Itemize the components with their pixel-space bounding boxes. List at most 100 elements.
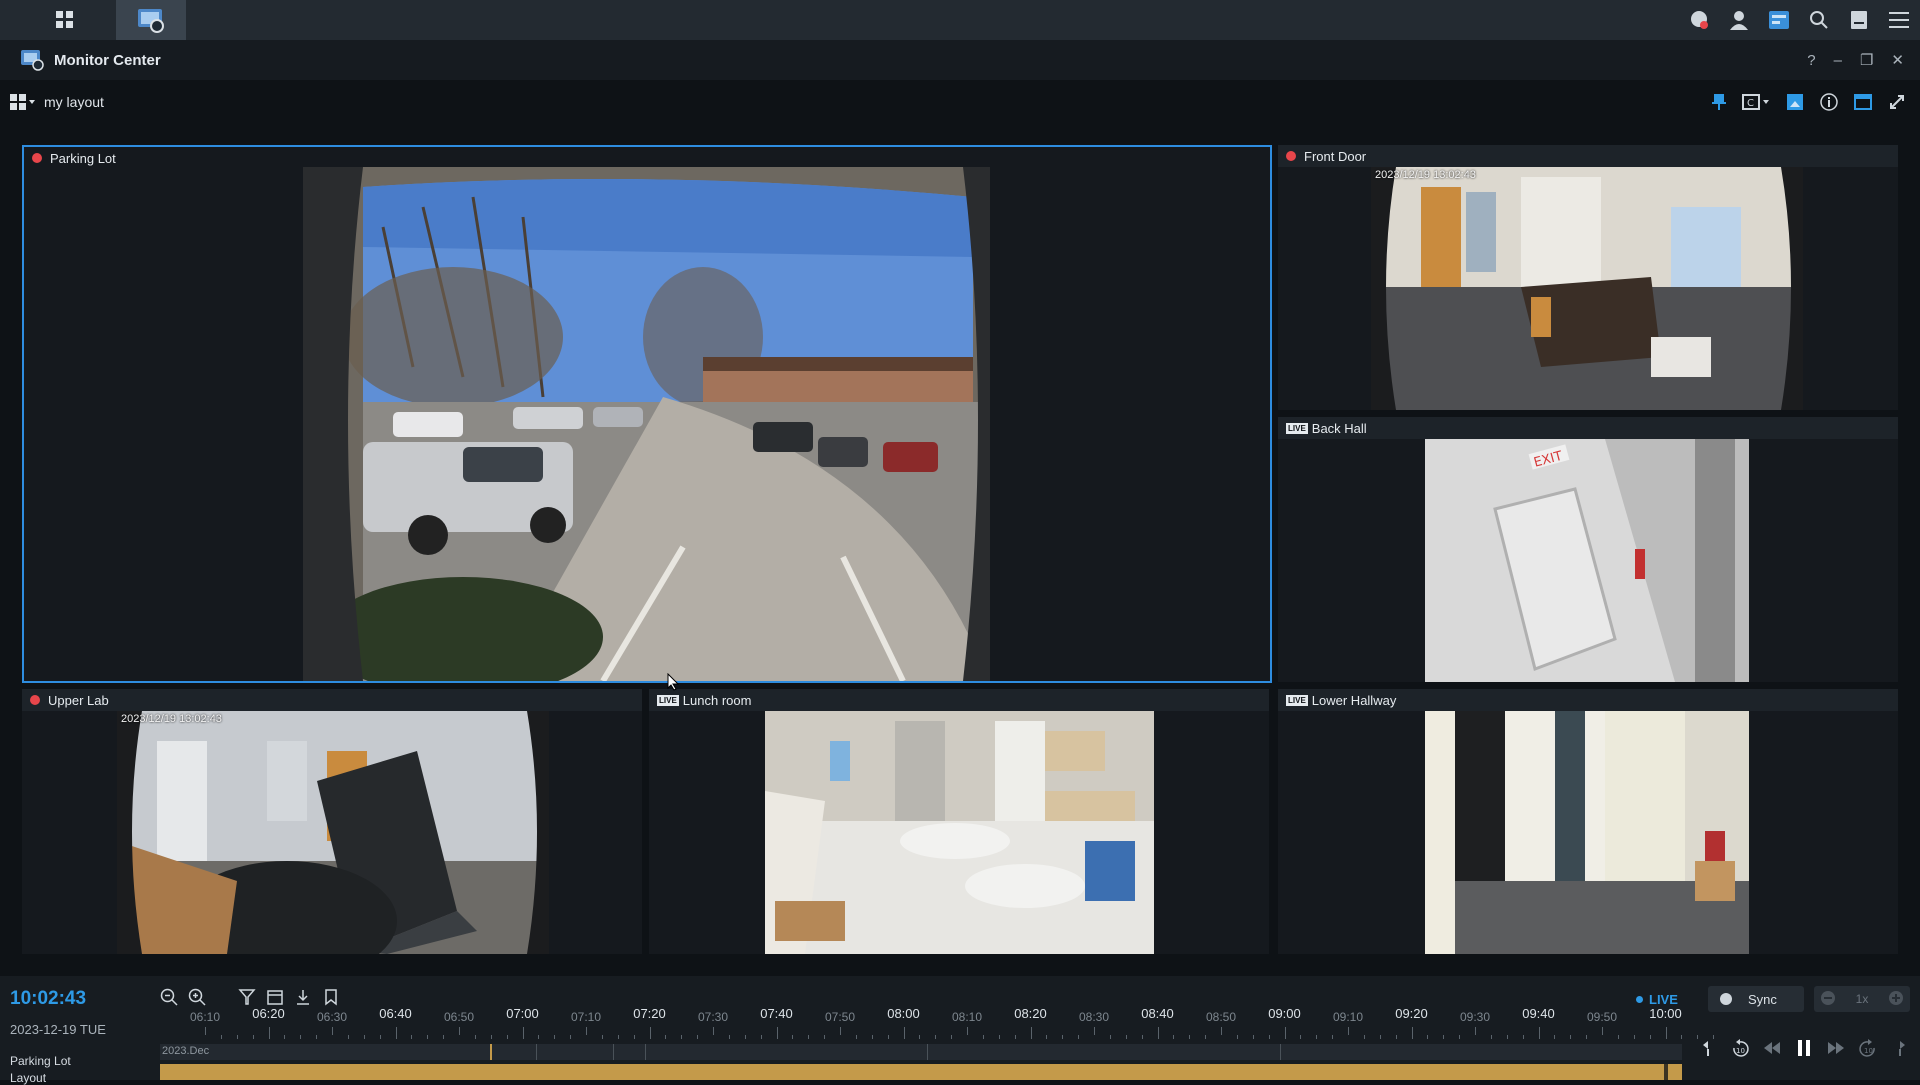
user-icon[interactable] [1726, 7, 1752, 33]
timeline-tick [1221, 1027, 1222, 1035]
timeline-subtick [1316, 1035, 1318, 1039]
timeline-tick-label: 08:10 [951, 1010, 983, 1024]
timeline-subtick [871, 1035, 873, 1039]
timeline-tick [1348, 1027, 1349, 1035]
fisheye-mode-icon[interactable]: C [1742, 91, 1772, 113]
timeline-subtick [1379, 1035, 1381, 1039]
info-icon[interactable] [1818, 91, 1840, 113]
playhead[interactable] [1664, 1064, 1668, 1080]
camera-feed-front-door: 2023/12/19 13:02:43 [1371, 167, 1803, 410]
forward-10-icon[interactable]: 10 [1858, 1038, 1878, 1058]
timeline-tick-label: 07:20 [633, 1006, 666, 1021]
timeline-subtick [490, 1035, 492, 1039]
fullscreen-icon[interactable] [1886, 91, 1908, 113]
timeline-tick-label: 09:30 [1459, 1010, 1491, 1024]
search-icon[interactable] [1806, 7, 1832, 33]
current-date: 2023-12-19 TUE [10, 1022, 106, 1037]
main-menu-button[interactable] [30, 0, 100, 40]
camera-pane-front-door[interactable]: Front Door 2023/12/19 13:02:43 [1278, 145, 1898, 410]
camera-recording-track[interactable]: 2023.Dec [160, 1044, 1682, 1060]
timeline-subtick [538, 1035, 540, 1039]
server-icon[interactable] [1846, 7, 1872, 33]
live-indicator[interactable]: LIVE [1636, 992, 1678, 1007]
event-marker[interactable] [536, 1044, 537, 1060]
event-marker[interactable] [613, 1044, 614, 1060]
camera-pane-lower-hallway[interactable]: LIVE Lower Hallway [1278, 689, 1898, 954]
layout-selector[interactable]: my layout [10, 94, 104, 110]
camera-pane-back-hall[interactable]: LIVE Back Hall EXIT [1278, 417, 1898, 682]
timeline-tick [1665, 1027, 1667, 1039]
help-button[interactable]: ? [1807, 52, 1815, 69]
speed-increase-icon[interactable] [1888, 990, 1904, 1009]
timeline-subtick [792, 1035, 794, 1039]
recording-indicator [32, 153, 42, 163]
restore-button[interactable]: ❐ [1860, 51, 1873, 69]
event-marker[interactable] [927, 1044, 928, 1060]
close-button[interactable]: ✕ [1891, 51, 1904, 69]
timeline-tick [395, 1027, 397, 1039]
sync-label: Sync [1748, 991, 1777, 1007]
timeline-subtick [1014, 1035, 1016, 1039]
monitor-center-taskbar-button[interactable] [116, 0, 186, 40]
timeline-subtick [284, 1035, 286, 1039]
camera-pane-upper-lab[interactable]: Upper Lab 2023/12/19 13:02:43 [22, 689, 642, 954]
pin-icon[interactable] [1708, 91, 1730, 113]
sync-toggle[interactable]: Sync [1708, 986, 1804, 1012]
timeline-subtick [300, 1035, 302, 1039]
event-marker[interactable] [1280, 1044, 1281, 1060]
notification-icon[interactable] [1686, 7, 1712, 33]
recording-indicator [1286, 151, 1296, 161]
timeline-subtick [570, 1035, 572, 1039]
camera-timestamp: 2023/12/19 13:02:43 [121, 713, 222, 725]
pause-icon[interactable] [1794, 1038, 1814, 1058]
timeline-tick-label: 09:10 [1332, 1010, 1364, 1024]
timeline-tick-label: 06:10 [189, 1010, 221, 1024]
camera-pane-parking-lot[interactable]: Parking Lot [22, 145, 1272, 683]
timeline-subtick [506, 1035, 508, 1039]
snapshot-icon[interactable] [1784, 91, 1806, 113]
timeline-subtick [316, 1035, 318, 1039]
timeline-ruler[interactable]: 06:10 06:20 06:30 06:40 06:50 07:00 07:10 07:20… [160, 1006, 1715, 1040]
timeline-tick-label: 09:40 [1522, 1006, 1555, 1021]
camera-feed-back-hall: EXIT [1425, 439, 1749, 682]
event-marker[interactable] [490, 1044, 492, 1060]
timeline-subtick [1125, 1035, 1127, 1039]
panel-toggle-icon[interactable] [1852, 91, 1874, 113]
step-back-icon[interactable] [1762, 1038, 1782, 1058]
timeline-subtick [1681, 1035, 1683, 1039]
monitor-camera-icon [138, 9, 164, 33]
camera-feed-lower-hallway [1425, 711, 1749, 954]
camera-label: Front Door [1304, 148, 1367, 164]
timeline-subtick [1617, 1035, 1619, 1039]
step-forward-icon[interactable] [1826, 1038, 1846, 1058]
timeline-subtick [1300, 1035, 1302, 1039]
timeline-subtick [1078, 1035, 1080, 1039]
camera-pane-lunch-room[interactable]: LIVE Lunch room [649, 689, 1269, 954]
widgets-icon[interactable] [1766, 7, 1792, 33]
timeline-subtick [887, 1035, 889, 1039]
timeline-subtick [1236, 1035, 1238, 1039]
timeline-subtick [1363, 1035, 1365, 1039]
timeline-subtick [1443, 1035, 1445, 1039]
layout-recording-track[interactable] [160, 1064, 1682, 1080]
timeline-subtick [1427, 1035, 1429, 1039]
speed-decrease-icon[interactable] [1820, 990, 1836, 1009]
timeline-subtick [1141, 1035, 1143, 1039]
timeline-subtick [681, 1035, 683, 1039]
timeline-tick-label: 07:30 [697, 1010, 729, 1024]
timeline-tick-label: 08:40 [1141, 1006, 1174, 1021]
live-badge: LIVE [657, 694, 679, 706]
jump-back-icon[interactable] [1698, 1038, 1718, 1058]
window-title: Monitor Center [54, 51, 161, 69]
timeline-tick-label: 06:40 [379, 1006, 412, 1021]
event-marker[interactable] [645, 1044, 646, 1060]
timeline-subtick [1506, 1035, 1508, 1039]
timeline-tick [649, 1027, 651, 1039]
rewind-10-icon[interactable]: 10 [1730, 1038, 1750, 1058]
timeline-subtick [554, 1035, 556, 1039]
jump-forward-icon[interactable] [1890, 1038, 1910, 1058]
hamburger-menu-icon[interactable] [1886, 7, 1912, 33]
camera-label: Lower Hallway [1311, 692, 1397, 708]
timeline-subtick [1395, 1035, 1397, 1039]
minimize-button[interactable]: – [1834, 52, 1842, 69]
